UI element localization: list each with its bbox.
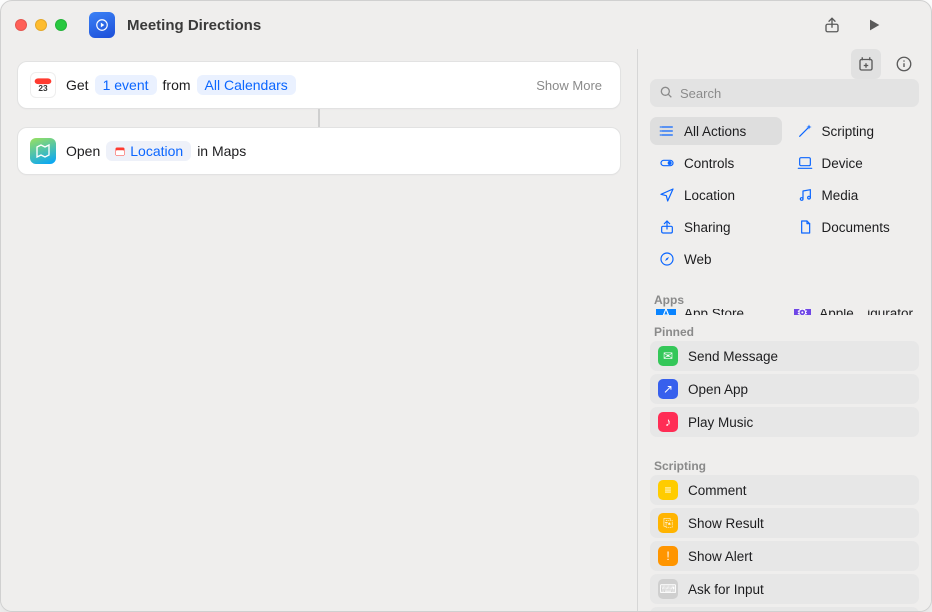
category-label: Documents bbox=[822, 220, 890, 235]
doc-icon bbox=[796, 218, 814, 236]
show-more-button[interactable]: Show More bbox=[530, 74, 608, 97]
action-icon: ↗ bbox=[658, 379, 678, 399]
library-action[interactable]: ⎘ Show Result bbox=[650, 508, 919, 538]
action-label: Send Message bbox=[688, 349, 778, 364]
category-label: All Actions bbox=[684, 124, 746, 139]
search-container bbox=[638, 79, 931, 117]
category-label: Scripting bbox=[822, 124, 875, 139]
library-action[interactable]: ⌨ Ask for Input bbox=[650, 574, 919, 604]
calendar-icon: 23 bbox=[30, 72, 56, 98]
category-web[interactable]: Web bbox=[650, 245, 782, 273]
titlebar: Meeting Directions bbox=[1, 1, 931, 49]
category-controls[interactable]: Controls bbox=[650, 149, 782, 177]
category-label: Web bbox=[684, 252, 712, 267]
category-device[interactable]: Device bbox=[788, 149, 920, 177]
category-grid: All Actions Scripting Controls Device Locati… bbox=[638, 117, 931, 283]
category-label: Media bbox=[822, 188, 859, 203]
window-controls bbox=[15, 19, 67, 31]
window-title: Meeting Directions bbox=[127, 17, 261, 34]
list-icon bbox=[658, 122, 676, 140]
maps-icon bbox=[30, 138, 56, 164]
action-text: Get 1 event from All Calendars bbox=[66, 75, 296, 95]
run-button[interactable] bbox=[859, 10, 889, 40]
workflow-editor[interactable]: 23 Get 1 event from All Calendars Show M… bbox=[1, 49, 637, 611]
device-icon bbox=[796, 154, 814, 172]
wand-icon bbox=[796, 122, 814, 140]
share-icon bbox=[658, 218, 676, 236]
action-label: Ask for Input bbox=[688, 582, 764, 597]
category-label: Device bbox=[822, 156, 863, 171]
section-header-apps: Apps bbox=[638, 283, 931, 309]
minimize-icon[interactable] bbox=[35, 19, 47, 31]
switch-icon bbox=[658, 154, 676, 172]
action-text: Open Location in Maps bbox=[66, 141, 246, 161]
section-header-pinned: Pinned bbox=[638, 315, 931, 341]
action-prefix: Open bbox=[66, 143, 100, 159]
category-location[interactable]: Location bbox=[650, 181, 782, 209]
action-label: Comment bbox=[688, 483, 747, 498]
action-label: Open App bbox=[688, 382, 748, 397]
action-icon: ⌨ bbox=[658, 579, 678, 599]
nav-icon bbox=[658, 186, 676, 204]
info-button[interactable] bbox=[889, 49, 919, 79]
library-action[interactable]: ≡ Comment bbox=[650, 475, 919, 505]
action-icon: ♪ bbox=[658, 412, 678, 432]
action-label: Show Alert bbox=[688, 549, 753, 564]
action-icon: ! bbox=[658, 546, 678, 566]
action-prefix: Get bbox=[66, 77, 89, 93]
library-toggle-button[interactable] bbox=[851, 49, 881, 79]
close-icon[interactable] bbox=[15, 19, 27, 31]
section-header-scripting: Scripting bbox=[638, 449, 931, 475]
action-open-in-maps[interactable]: Open Location in Maps bbox=[17, 127, 621, 175]
location-variable-pill[interactable]: Location bbox=[106, 141, 191, 161]
category-all-actions[interactable]: All Actions bbox=[650, 117, 782, 145]
window-body: 23 Get 1 event from All Calendars Show M… bbox=[1, 49, 931, 611]
category-media[interactable]: Media bbox=[788, 181, 920, 209]
library-action[interactable]: ♪ Play Music bbox=[650, 407, 919, 437]
calendar-source-pill[interactable]: All Calendars bbox=[197, 75, 296, 95]
music-icon bbox=[796, 186, 814, 204]
library-toolbar bbox=[638, 49, 931, 79]
action-label: Play Music bbox=[688, 415, 753, 430]
share-button[interactable] bbox=[817, 10, 847, 40]
action-label: Show Result bbox=[688, 516, 764, 531]
library-action[interactable]: ↗ Open App bbox=[650, 374, 919, 404]
pinned-list: ✉ Send Message ↗ Open App ♪ Play Music bbox=[638, 341, 931, 449]
category-scripting[interactable]: Scripting bbox=[788, 117, 920, 145]
library-action[interactable]: ✉ Send Message bbox=[650, 341, 919, 371]
category-sharing[interactable]: Sharing bbox=[650, 213, 782, 241]
library-action[interactable]: ΣCount bbox=[650, 607, 919, 612]
action-middle: from bbox=[163, 77, 191, 93]
library-action[interactable]: ! Show Alert bbox=[650, 541, 919, 571]
action-icon: ≡ bbox=[658, 480, 678, 500]
search-input[interactable] bbox=[650, 79, 919, 107]
calendar-mini-icon bbox=[114, 145, 126, 157]
app-window: Meeting Directions 23 Get bbox=[0, 0, 932, 612]
category-label: Sharing bbox=[684, 220, 731, 235]
action-get-calendar-events[interactable]: 23 Get 1 event from All Calendars Show M… bbox=[17, 61, 621, 109]
action-connector bbox=[17, 109, 621, 127]
action-suffix: in Maps bbox=[197, 143, 246, 159]
shortcut-icon bbox=[89, 12, 115, 38]
scripting-list: ≡ Comment ⎘ Show Result! Show Alert ⌨ Ask for … bbox=[638, 475, 931, 612]
event-count-pill[interactable]: 1 event bbox=[95, 75, 157, 95]
category-documents[interactable]: Documents bbox=[788, 213, 920, 241]
compass-icon bbox=[658, 250, 676, 268]
category-label: Controls bbox=[684, 156, 734, 171]
category-label: Location bbox=[684, 188, 735, 203]
action-icon: ⎘ bbox=[658, 513, 678, 533]
action-library: All Actions Scripting Controls Device Locati… bbox=[637, 49, 931, 611]
action-icon: ✉ bbox=[658, 346, 678, 366]
svg-text:23: 23 bbox=[38, 83, 48, 93]
maximize-icon[interactable] bbox=[55, 19, 67, 31]
